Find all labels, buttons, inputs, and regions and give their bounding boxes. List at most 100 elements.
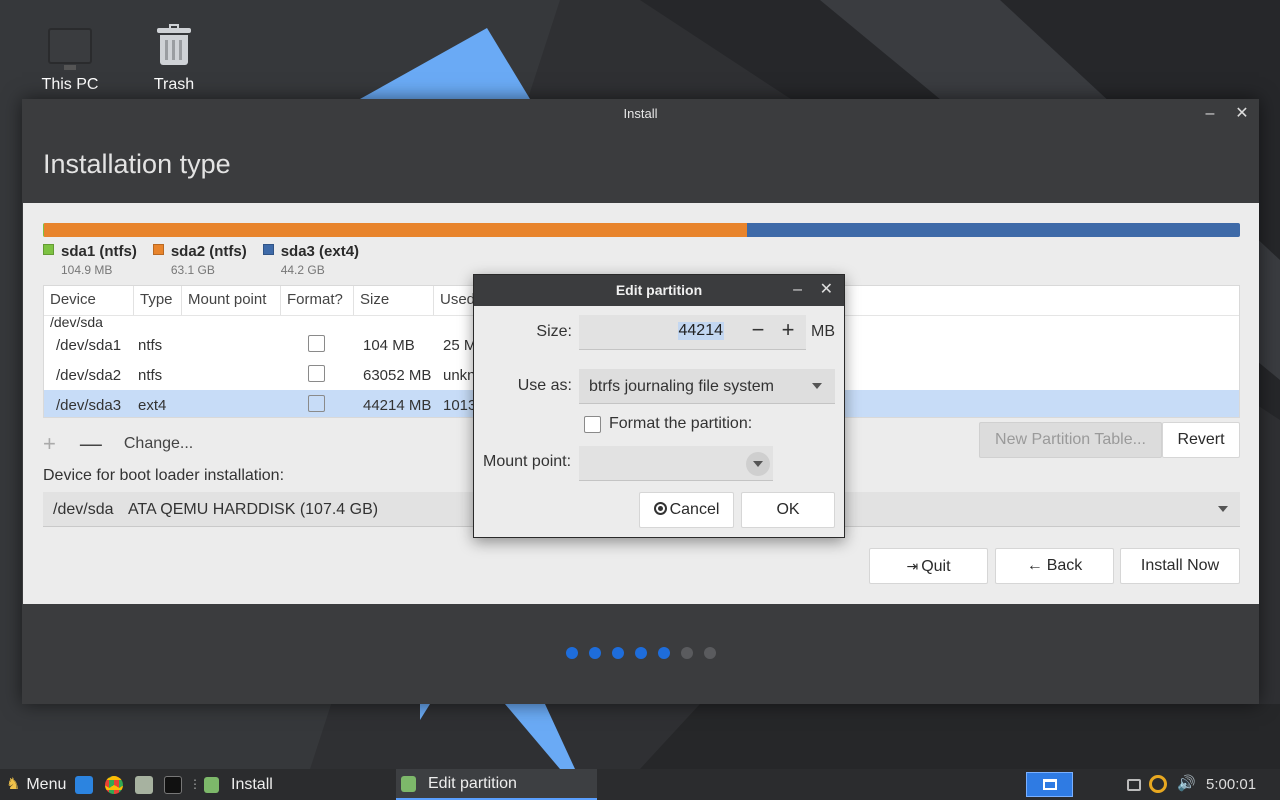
desktop-icon-label: Trash <box>153 76 195 93</box>
page-title: Installation type <box>43 149 231 179</box>
progress-dot <box>612 647 624 659</box>
dialog-title: Edit partition <box>615 282 703 298</box>
legend-label: sda1 (ntfs) <box>61 243 137 260</box>
partition-bar-sda2 <box>44 223 747 237</box>
progress-dot <box>566 647 578 659</box>
cell-type: ntfs <box>138 366 163 384</box>
progress-dot <box>681 647 693 659</box>
chevron-down-icon <box>812 383 822 389</box>
new-partition-table-button[interactable]: New Partition Table... <box>979 422 1162 458</box>
ok-button[interactable]: OK <box>741 492 835 528</box>
file-manager-icon[interactable] <box>135 776 153 794</box>
partition-bar-sda3 <box>746 223 1240 237</box>
quit-button[interactable]: ⇥ Quit <box>869 548 988 584</box>
legend-swatch <box>43 244 54 255</box>
revert-button[interactable]: Revert <box>1162 422 1240 458</box>
task-edit-partition[interactable]: Edit partition <box>396 769 597 800</box>
decrement-button[interactable]: − <box>746 317 770 343</box>
workspace-switcher[interactable] <box>1026 772 1073 797</box>
terminal-icon[interactable] <box>164 776 182 794</box>
legend-item-sda3: sda3 (ext4) 44.2 GB <box>262 243 359 277</box>
cell-type: ext4 <box>138 396 167 414</box>
network-icon[interactable] <box>1127 779 1141 791</box>
chevron-down-icon <box>1218 506 1228 512</box>
menu-label: Menu <box>26 776 67 793</box>
cell-size: 44214 MB <box>363 396 432 414</box>
legend-item-sda2: sda2 (ntfs) 63.1 GB <box>152 243 247 277</box>
cell-used: unkn <box>443 366 474 384</box>
add-partition-button[interactable]: + <box>43 431 56 457</box>
size-spinbox[interactable]: 44214 − + <box>579 315 806 350</box>
quit-label: Quit <box>921 558 951 575</box>
mount-point-select[interactable] <box>579 446 773 481</box>
partition-bar <box>43 223 1240 237</box>
minimize-icon[interactable]: – <box>1201 99 1219 129</box>
browser-icon[interactable] <box>105 776 123 794</box>
window-titlebar[interactable]: Install – ✕ <box>22 99 1259 129</box>
show-desktop-icon[interactable] <box>75 776 93 794</box>
volume-icon[interactable]: 🔊 <box>1177 774 1196 792</box>
use-as-label: Use as: <box>517 377 572 394</box>
progress-dot <box>635 647 647 659</box>
format-partition-row[interactable]: Format the partition: <box>584 415 752 433</box>
column-header-size[interactable]: Size <box>354 286 434 315</box>
back-button[interactable]: ← Back <box>995 548 1114 584</box>
installer-icon <box>401 775 416 792</box>
cancel-icon <box>653 502 667 515</box>
desktop-icon-label: This PC <box>41 76 99 93</box>
menu-icon: ♞ <box>6 776 21 793</box>
progress-dot <box>658 647 670 659</box>
cell-device: /dev/sda3 <box>56 396 122 414</box>
cell-type: ntfs <box>138 336 163 354</box>
column-header-type[interactable]: Type <box>134 286 182 315</box>
use-as-select[interactable]: btrfs journaling file system <box>579 369 835 404</box>
change-partition-button[interactable]: Change... <box>124 435 193 453</box>
minimize-icon[interactable]: – <box>793 275 802 305</box>
mount-point-label: Mount point: <box>483 453 572 470</box>
progress-dot <box>704 647 716 659</box>
legend-size: 63.1 GB <box>170 263 215 277</box>
cell-size: 104 MB <box>363 336 415 354</box>
boot-device: /dev/sda <box>53 501 114 518</box>
desktop-icon-trash[interactable]: Trash <box>129 24 219 94</box>
taskbar: ♞ Menu ⋮ Install Edit partition 🔊 5:00:0… <box>0 769 1280 800</box>
task-install[interactable]: Install <box>198 769 279 800</box>
cancel-button[interactable]: Cancel <box>639 492 734 528</box>
column-header-format[interactable]: Format? <box>281 286 354 315</box>
quit-icon: ⇥ <box>906 558 919 574</box>
close-icon[interactable]: ✕ <box>820 275 833 305</box>
menu-button[interactable]: ♞ Menu <box>6 769 66 800</box>
increment-button[interactable]: + <box>776 317 800 343</box>
back-label: Back <box>1046 557 1083 574</box>
back-arrow-icon: ← <box>1026 557 1043 574</box>
partition-legend: sda1 (ntfs) 104.9 MB sda2 (ntfs) 63.1 GB… <box>43 243 359 277</box>
close-icon[interactable]: ✕ <box>1233 99 1251 129</box>
size-value[interactable]: 44214 <box>677 322 724 340</box>
task-install-label: Install <box>231 776 273 793</box>
legend-swatch <box>262 244 274 255</box>
desktop-icon-this-pc[interactable]: This PC <box>25 28 115 94</box>
clock[interactable]: 5:00:01 pm <box>1206 769 1280 800</box>
cell-used: 25 M <box>443 336 474 354</box>
size-unit: MB <box>811 323 835 340</box>
progress-dot <box>589 647 601 659</box>
legend-item-sda1: sda1 (ntfs) 104.9 MB <box>43 243 137 277</box>
format-partition-checkbox[interactable] <box>584 415 601 433</box>
chevron-down-icon[interactable] <box>753 461 763 467</box>
remove-partition-button[interactable]: — <box>80 431 102 457</box>
progress-dots <box>566 647 716 659</box>
column-header-device[interactable]: Device <box>44 286 134 315</box>
format-checkbox[interactable] <box>308 364 325 382</box>
format-partition-label: Format the partition: <box>609 415 753 432</box>
boot-loader-label: Device for boot loader installation: <box>43 467 285 484</box>
task-edit-partition-label: Edit partition <box>428 775 517 792</box>
update-manager-icon[interactable] <box>1149 775 1167 793</box>
format-checkbox[interactable] <box>308 394 325 412</box>
legend-swatch <box>152 244 164 255</box>
column-header-mount-point[interactable]: Mount point <box>182 286 281 315</box>
install-now-button[interactable]: Install Now <box>1120 548 1240 584</box>
dialog-titlebar[interactable]: Edit partition – ✕ <box>474 275 844 306</box>
format-checkbox[interactable] <box>308 334 325 352</box>
group-device: /dev/sda <box>50 316 103 330</box>
legend-label: sda2 (ntfs) <box>170 243 247 260</box>
